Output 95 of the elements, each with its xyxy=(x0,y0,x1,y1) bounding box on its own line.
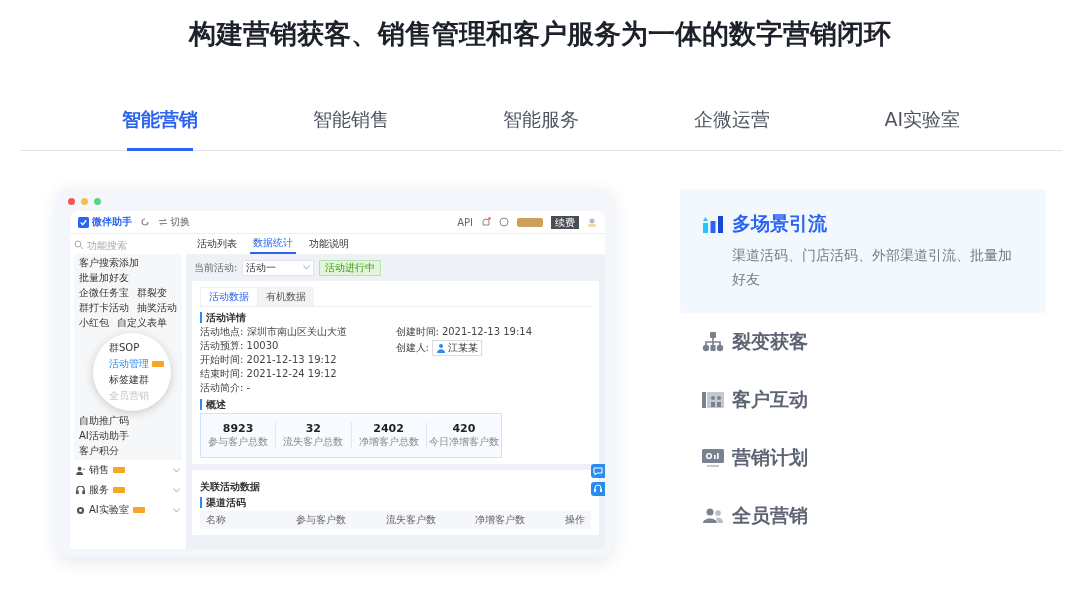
menu-item[interactable]: 批量加好友 xyxy=(79,272,129,284)
category-tab[interactable]: 企微运营 xyxy=(636,98,827,150)
app-logo-text: 微伴助手 xyxy=(92,215,132,229)
renew-button[interactable]: 续费 xyxy=(551,215,579,229)
refresh-icon[interactable] xyxy=(140,217,150,227)
card-title: 关联活动数据 xyxy=(200,481,261,492)
page-headline: 构建营销获客、销售管理和客户服务为一体的数字营销闭环 xyxy=(187,17,892,51)
detail-label: 创建时间: xyxy=(395,326,439,338)
data-tab[interactable]: 活动数据 xyxy=(200,287,258,306)
column-header: 参与客户数 xyxy=(295,513,347,527)
bell-icon[interactable] xyxy=(481,217,491,227)
detail-label: 创建人: xyxy=(395,342,429,354)
stat-label: 流失客户总数 xyxy=(282,435,345,449)
chevron-down-icon[interactable] xyxy=(173,467,180,473)
hot-tag xyxy=(113,467,125,473)
status-tag: 活动进行中 xyxy=(319,259,382,276)
detail-text: 活动简介: - xyxy=(200,382,251,394)
menu-item[interactable]: 活动管理 xyxy=(109,358,149,370)
menu-item[interactable]: 群SOP xyxy=(109,342,140,354)
stat-value: 420 xyxy=(451,422,477,435)
chevron-down-icon[interactable] xyxy=(173,487,180,493)
stat-value: 8923 xyxy=(221,422,255,435)
close-dot-icon xyxy=(68,198,75,205)
page-tab[interactable]: 功能说明 xyxy=(306,234,352,254)
stat-value: 2402 xyxy=(372,422,405,435)
chat-button[interactable] xyxy=(591,464,605,478)
detail-text: 活动地点: 深圳市南山区关山大道 xyxy=(200,326,347,338)
creator-chip: 江某某 xyxy=(431,340,482,356)
swap-icon xyxy=(158,217,168,227)
feature-title[interactable]: 客户互动 xyxy=(732,387,808,413)
hierarchy-icon xyxy=(702,332,724,352)
support-button[interactable] xyxy=(591,482,605,496)
switch-link[interactable]: 切换 xyxy=(170,215,190,229)
section-title: 渠道活码 xyxy=(200,497,591,508)
feature-title[interactable]: 营销计划 xyxy=(732,445,808,471)
panel-icon xyxy=(702,390,724,410)
stat-value: 32 xyxy=(304,422,323,435)
nav-item[interactable]: 销售 xyxy=(89,463,109,477)
nav-item[interactable]: 服务 xyxy=(89,483,109,497)
page-tab[interactable]: 数据统计 xyxy=(250,234,296,254)
hot-tag xyxy=(132,507,145,513)
category-tab[interactable]: AI实验室 xyxy=(827,98,1018,150)
stat-label: 净增客户总数 xyxy=(357,435,420,449)
chevron-down-icon[interactable] xyxy=(173,507,180,513)
menu-item[interactable]: 自定义表单 xyxy=(117,317,167,329)
activity-select[interactable]: 活动一 xyxy=(242,259,315,276)
stat-label: 今日净增客户数 xyxy=(427,435,500,449)
menu-item[interactable]: AI活动助手 xyxy=(79,430,129,442)
api-link[interactable]: API xyxy=(457,216,473,228)
page-tab[interactable]: 活动列表 xyxy=(194,234,240,254)
category-tab[interactable]: 智能销售 xyxy=(255,98,446,150)
menu-item[interactable]: 客户搜索添加 xyxy=(79,257,139,269)
menu-item[interactable]: 自助推广码 xyxy=(79,415,129,427)
maximize-dot-icon xyxy=(94,198,101,205)
feature-title[interactable]: 裂变获客 xyxy=(732,329,808,355)
section-title: 概述 xyxy=(200,399,591,410)
bar-chart-icon xyxy=(702,214,724,234)
hot-tag xyxy=(113,487,125,493)
user-icon xyxy=(76,465,85,475)
stat-label: 参与客户总数 xyxy=(207,435,270,449)
user-icon xyxy=(435,343,446,353)
column-header: 流失客户数 xyxy=(385,513,437,527)
detail-text: 开始时间: 2021-12-13 19:12 xyxy=(200,354,337,366)
detail-value: 2021-12-13 19:14 xyxy=(441,326,532,338)
menu-item[interactable]: 群裂变 xyxy=(137,287,167,299)
people-icon xyxy=(702,506,724,526)
filter-label: 当前活动: xyxy=(194,260,238,275)
headset-icon xyxy=(76,485,85,495)
feature-description: 渠道活码、门店活码、外部渠道引流、批量加好友 xyxy=(732,246,1013,289)
menu-item[interactable]: 客户积分 xyxy=(79,445,119,457)
logo-icon xyxy=(78,216,89,228)
minimize-dot-icon xyxy=(81,198,88,205)
feature-title[interactable]: 全员营销 xyxy=(732,503,808,529)
column-header: 操作 xyxy=(565,513,585,527)
feature-title[interactable]: 多场景引流 xyxy=(732,211,827,237)
detail-text: 结束时间: 2021-12-24 19:12 xyxy=(200,368,337,380)
chevron-down-icon xyxy=(303,265,311,270)
category-tab[interactable]: 智能服务 xyxy=(446,98,637,150)
avatar-icon[interactable] xyxy=(587,217,597,227)
monitor-icon xyxy=(702,448,724,468)
menu-item[interactable]: 企微任务宝 xyxy=(79,287,129,299)
column-header: 名称 xyxy=(206,513,227,527)
menu-item[interactable]: 群打卡活动 xyxy=(79,302,129,314)
help-icon[interactable] xyxy=(499,217,509,227)
section-title: 活动详情 xyxy=(200,312,591,323)
data-tab[interactable]: 有机数据 xyxy=(258,287,314,306)
version-badge xyxy=(517,217,543,227)
nav-item[interactable]: AI实验室 xyxy=(89,503,129,517)
menu-item[interactable]: 标签建群 xyxy=(109,374,149,386)
menu-item[interactable]: 抽奖活动 xyxy=(137,302,177,314)
column-header: 净增客户数 xyxy=(475,513,527,527)
search-icon xyxy=(74,240,84,250)
menu-item[interactable]: 小红包 xyxy=(79,317,109,329)
category-tab[interactable]: 智能营销 xyxy=(65,98,256,150)
detail-text: 活动预算: 10030 xyxy=(200,340,279,352)
